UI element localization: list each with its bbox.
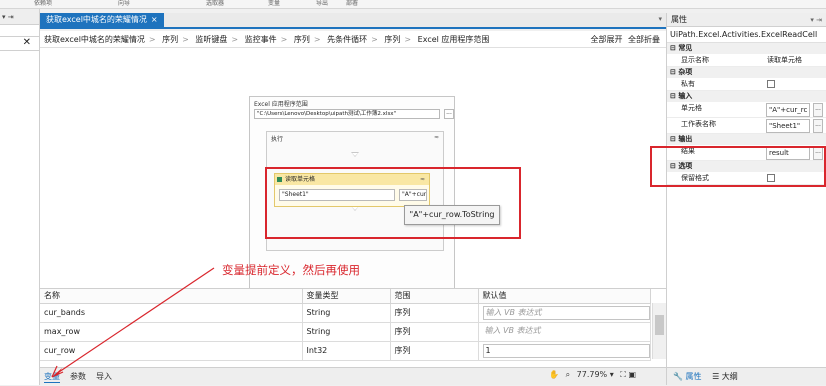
annotation-arrow xyxy=(51,267,215,378)
